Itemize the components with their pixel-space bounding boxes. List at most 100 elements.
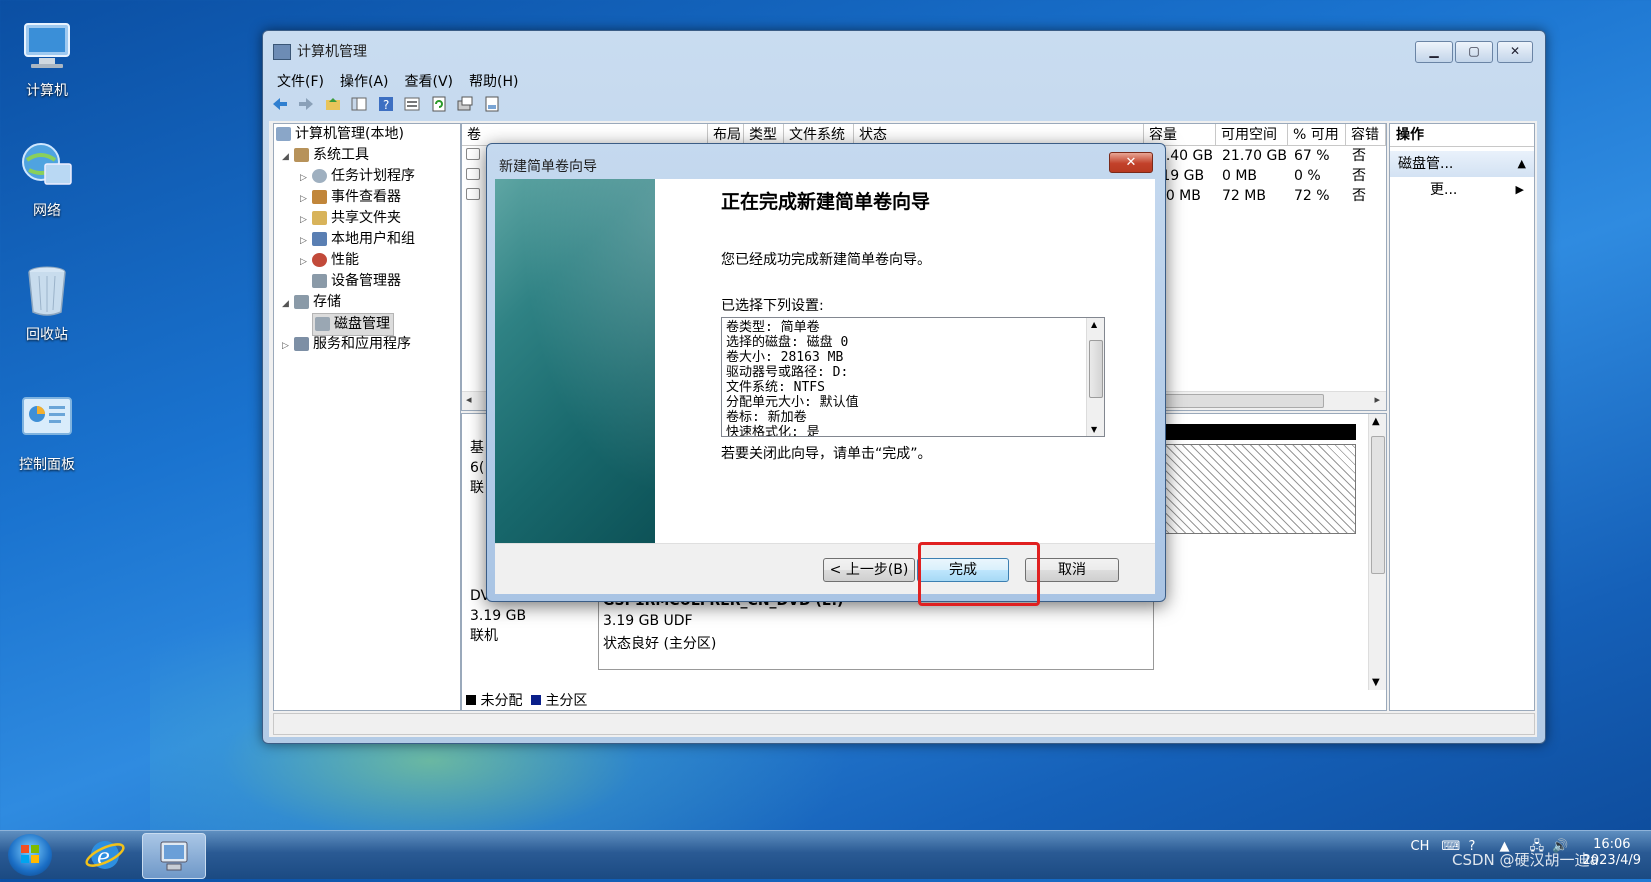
tree-item-storage[interactable]: ◢ 存储	[274, 292, 460, 313]
maximize-button[interactable]: ▢	[1455, 41, 1493, 63]
scroll-left-icon[interactable]: ◂	[466, 393, 472, 406]
column-header-percent-free[interactable]: % 可用	[1288, 124, 1346, 146]
wizard-close-hint: 若要关闭此向导，请单击“完成”。	[721, 446, 932, 462]
column-header-free-space[interactable]: 可用空间	[1216, 124, 1288, 146]
scrollbar-thumb[interactable]	[1089, 340, 1103, 398]
menu-action[interactable]: 操作(A)	[332, 69, 397, 93]
wizard-selected-label: 已选择下列设置:	[721, 298, 824, 314]
expanded-caret-icon[interactable]: ◢	[282, 294, 294, 315]
show-hide-tree-icon[interactable]	[350, 95, 368, 113]
refresh-icon[interactable]	[430, 95, 448, 113]
dvd-status: 联机	[470, 628, 498, 644]
setting-line: 分配单元大小: 默认值	[726, 395, 859, 410]
finish-highlight-annotation	[918, 542, 1040, 606]
menu-file[interactable]: 文件(F)	[269, 69, 332, 93]
tree-item-services-applications[interactable]: ▷ 服务和应用程序	[274, 334, 460, 355]
toolbar: ?	[269, 93, 1537, 117]
collapsed-caret-icon[interactable]: ▷	[300, 189, 312, 210]
collapse-up-icon[interactable]: ▲	[1518, 151, 1526, 177]
actions-section-disk-management[interactable]: 磁盘管... ▲	[1390, 151, 1534, 177]
collapsed-caret-icon[interactable]: ▷	[300, 252, 312, 273]
language-indicator[interactable]: CH	[1411, 839, 1430, 854]
scrollbar-thumb[interactable]	[1371, 436, 1385, 574]
collapsed-caret-icon[interactable]: ▷	[300, 168, 312, 189]
table-cell-fault: 否	[1352, 148, 1366, 164]
forward-arrow-icon[interactable]	[297, 95, 315, 113]
actions-more[interactable]: 更... ▶	[1390, 177, 1534, 203]
tree-item-performance[interactable]: ▷ 性能	[274, 250, 460, 271]
storage-icon	[294, 295, 309, 309]
properties-icon[interactable]	[403, 95, 421, 113]
settings-scrollbar[interactable]: ▲ ▼	[1086, 318, 1104, 436]
tree-item-system-tools[interactable]: ◢ 系统工具	[274, 145, 460, 166]
tree-item-label: 服务和应用程序	[313, 336, 411, 352]
menu-view[interactable]: 查看(V)	[397, 69, 462, 93]
menu-help[interactable]: 帮助(H)	[461, 69, 526, 93]
clock-icon	[312, 169, 327, 183]
tree-item-label: 系统工具	[313, 147, 369, 163]
export-icon[interactable]	[456, 95, 474, 113]
primary-swatch	[530, 695, 541, 705]
tools-icon	[294, 148, 309, 162]
disk-management-icon	[315, 317, 330, 331]
table-cell-free: 0 MB	[1222, 168, 1258, 184]
desktop-icon-network[interactable]: 网络	[2, 138, 92, 220]
collapsed-caret-icon[interactable]: ▷	[300, 210, 312, 231]
table-cell-percent: 0 %	[1294, 168, 1321, 184]
desktop-icon-control-panel[interactable]: 控制面板	[2, 392, 92, 474]
collapsed-caret-icon[interactable]: ▷	[282, 336, 294, 357]
shared-folder-icon	[312, 211, 327, 225]
settings-lines: 卷类型: 简单卷 选择的磁盘: 磁盘 0 卷大小: 28163 MB 驱动器号或…	[726, 320, 859, 436]
volume-icon	[466, 188, 480, 200]
tree-item-task-scheduler[interactable]: ▷ 任务计划程序	[274, 166, 460, 187]
actions-pane: 操作 磁盘管... ▲ 更... ▶	[1389, 123, 1535, 711]
minimize-button[interactable]: ▁	[1415, 41, 1453, 63]
tree-item-label: 磁盘管理	[334, 316, 390, 332]
legend-unallocated: 未分配	[480, 693, 523, 709]
scroll-down-icon[interactable]: ▼	[1372, 677, 1380, 688]
scroll-down-icon[interactable]: ▼	[1091, 425, 1097, 434]
tree-item-event-viewer[interactable]: ▷ 事件查看器	[274, 187, 460, 208]
settings-summary-box[interactable]: 卷类型: 简单卷 选择的磁盘: 磁盘 0 卷大小: 28163 MB 驱动器号或…	[721, 317, 1105, 437]
desktop-icon-recycle-bin[interactable]: 回收站	[2, 262, 92, 344]
tree-item-shared-folders[interactable]: ▷ 共享文件夹	[274, 208, 460, 229]
actions-section-label: 磁盘管...	[1398, 156, 1454, 172]
dialog-close-button[interactable]: ✕	[1109, 152, 1153, 173]
computer-management-icon	[273, 44, 291, 60]
network-globe-icon	[19, 138, 75, 194]
taskbar-internet-explorer[interactable]: e	[74, 833, 136, 877]
close-button[interactable]: ✕	[1497, 41, 1533, 63]
disk-properties-icon[interactable]	[483, 95, 501, 113]
up-folder-icon[interactable]	[324, 95, 342, 113]
wizard-button-bar: < 上一步(B) 完成 取消	[495, 543, 1155, 594]
tree-item-label: 共享文件夹	[331, 210, 401, 226]
help-icon[interactable]: ?	[377, 95, 395, 113]
back-arrow-icon[interactable]	[271, 95, 289, 113]
tree-item-label: 存储	[313, 294, 341, 310]
tree-item-computer-management[interactable]: 计算机管理(本地)	[274, 124, 460, 145]
tree-item-disk-management[interactable]: 磁盘管理	[274, 313, 460, 336]
collapsed-caret-icon[interactable]: ▷	[300, 231, 312, 252]
scroll-up-icon[interactable]: ▲	[1372, 416, 1380, 427]
back-button[interactable]: < 上一步(B)	[823, 558, 915, 582]
expanded-caret-icon[interactable]: ◢	[282, 147, 294, 168]
desktop-icon-label: 计算机	[26, 83, 68, 99]
desktop-icon-computer[interactable]: 计算机	[2, 18, 92, 100]
taskbar-computer-management[interactable]	[142, 833, 206, 879]
disk0-status: 联	[470, 480, 484, 496]
column-header-fault-tolerance[interactable]: 容错	[1346, 124, 1386, 146]
tree-item-local-users[interactable]: ▷ 本地用户和组	[274, 229, 460, 250]
volume-icon	[466, 148, 480, 160]
start-button[interactable]	[8, 834, 52, 876]
graph-vertical-scrollbar[interactable]: ▲ ▼	[1368, 414, 1386, 690]
table-cell-percent: 67 %	[1294, 148, 1330, 164]
tree-item-label: 本地用户和组	[331, 231, 415, 247]
new-simple-volume-wizard: 新建简单卷向导 ✕ 正在完成新建简单卷向导 您已经成功完成新建简单卷向导。 已选…	[486, 143, 1166, 602]
scroll-right-icon[interactable]: ▸	[1374, 393, 1380, 406]
watermark: CSDN @硬汉胡一迪a	[1452, 851, 1599, 869]
legend-primary: 主分区	[545, 693, 588, 709]
scroll-up-icon[interactable]: ▲	[1091, 320, 1097, 329]
navigation-tree: 计算机管理(本地) ◢ 系统工具 ▷ 任务计划程序 ▷ 事件查看器 ▷ 共享文件夹 ▷ 本…	[273, 123, 461, 711]
legend: 未分配 主分区	[466, 692, 587, 710]
tree-item-device-manager[interactable]: 设备管理器	[274, 271, 460, 292]
